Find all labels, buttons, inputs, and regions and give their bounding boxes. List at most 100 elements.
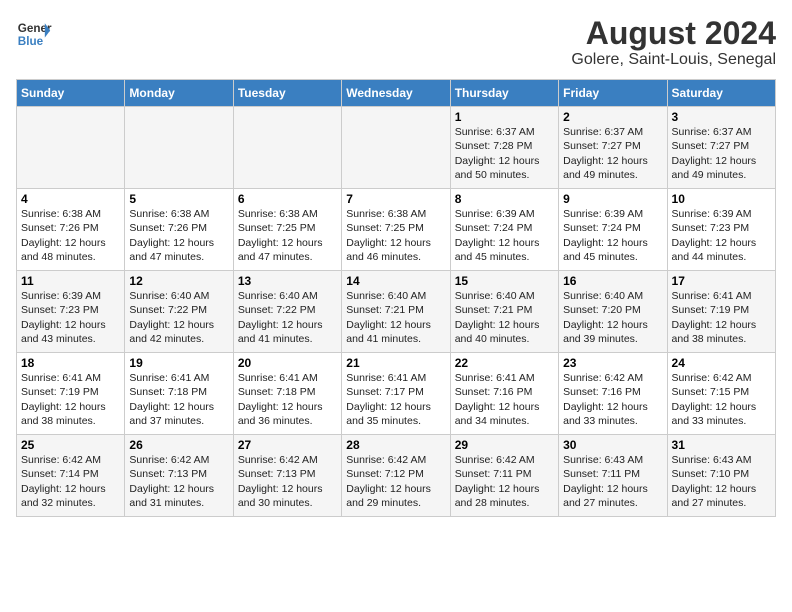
logo: General Blue bbox=[16, 16, 52, 52]
day-info: Sunrise: 6:40 AMSunset: 7:21 PMDaylight:… bbox=[455, 289, 554, 346]
table-row: 15Sunrise: 6:40 AMSunset: 7:21 PMDayligh… bbox=[450, 271, 558, 353]
table-row: 13Sunrise: 6:40 AMSunset: 7:22 PMDayligh… bbox=[233, 271, 341, 353]
day-info: Sunrise: 6:42 AMSunset: 7:16 PMDaylight:… bbox=[563, 371, 662, 428]
day-number: 20 bbox=[238, 356, 337, 370]
day-number: 15 bbox=[455, 274, 554, 288]
day-number: 21 bbox=[346, 356, 445, 370]
calendar-week-row: 11Sunrise: 6:39 AMSunset: 7:23 PMDayligh… bbox=[17, 271, 776, 353]
day-info: Sunrise: 6:42 AM Sunset: 7:11 PM Daylight:… bbox=[455, 453, 554, 510]
sunset-text: Sunset: 7:27 PM bbox=[672, 140, 750, 152]
table-row: 31Sunrise: 6:43 AMSunset: 7:10 PMDayligh… bbox=[667, 435, 775, 517]
daylight-text: Daylight: 12 hours and 32 minutes. bbox=[21, 483, 106, 509]
sunrise-text: Sunrise: 6:42 AM bbox=[455, 454, 535, 466]
day-info: Sunrise: 6:41 AMSunset: 7:19 PMDaylight:… bbox=[21, 371, 120, 428]
day-info: Sunrise: 6:40 AMSunset: 7:22 PMDaylight:… bbox=[238, 289, 337, 346]
daylight-text: Daylight: 12 hours and 43 minutes. bbox=[21, 319, 106, 345]
calendar-week-row: 1Sunrise: 6:37 AMSunset: 7:28 PMDaylight… bbox=[17, 107, 776, 189]
daylight-text: Daylight: 12 hours and 31 minutes. bbox=[129, 483, 214, 509]
table-row: 10Sunrise: 6:39 AMSunset: 7:23 PMDayligh… bbox=[667, 189, 775, 271]
sunset-text: Sunset: 7:16 PM bbox=[563, 386, 641, 398]
table-row: 26Sunrise: 6:42 AMSunset: 7:13 PMDayligh… bbox=[125, 435, 233, 517]
day-number: 19 bbox=[129, 356, 228, 370]
table-row: 5 Sunrise: 6:38 AM Sunset: 7:26 PM Daylight… bbox=[125, 189, 233, 271]
sunrise-text: Sunrise: 6:38 AM bbox=[346, 208, 426, 220]
day-info: Sunrise: 6:41 AMSunset: 7:18 PMDaylight:… bbox=[238, 371, 337, 428]
sunset-text: Sunset: 7:13 PM bbox=[129, 468, 207, 480]
day-number: 5 bbox=[129, 192, 228, 206]
calendar-table: Sunday Monday Tuesday Wednesday Thursday… bbox=[16, 79, 776, 517]
table-row: 9Sunrise: 6:39 AMSunset: 7:24 PMDaylight… bbox=[559, 189, 667, 271]
day-number: 6 bbox=[238, 192, 337, 206]
table-row bbox=[233, 107, 341, 189]
day-info: Sunrise: 6:39 AMSunset: 7:23 PMDaylight:… bbox=[672, 207, 771, 264]
sunset-text: Sunset: 7:23 PM bbox=[672, 222, 750, 234]
sunset-text: Sunset: 7:25 PM bbox=[346, 222, 424, 234]
daylight-text: Daylight: 12 hours and 47 minutes. bbox=[129, 237, 214, 263]
sunset-text: Sunset: 7:21 PM bbox=[455, 304, 533, 316]
sunset-text: Sunset: 7:11 PM bbox=[455, 468, 532, 480]
day-number: 10 bbox=[672, 192, 771, 206]
col-thursday: Thursday bbox=[450, 80, 558, 107]
day-number: 11 bbox=[21, 274, 120, 288]
page-subtitle: Golere, Saint-Louis, Senegal bbox=[571, 51, 776, 69]
table-row: 11Sunrise: 6:39 AMSunset: 7:23 PMDayligh… bbox=[17, 271, 125, 353]
day-info: Sunrise: 6:41 AMSunset: 7:19 PMDaylight:… bbox=[672, 289, 771, 346]
table-row: 14Sunrise: 6:40 AMSunset: 7:21 PMDayligh… bbox=[342, 271, 450, 353]
day-number: 16 bbox=[563, 274, 662, 288]
table-row: 2Sunrise: 6:37 AMSunset: 7:27 PMDaylight… bbox=[559, 107, 667, 189]
day-number: 25 bbox=[21, 438, 120, 452]
day-info: Sunrise: 6:38 AMSunset: 7:26 PMDaylight:… bbox=[21, 207, 120, 264]
col-friday: Friday bbox=[559, 80, 667, 107]
sunrise-text: Sunrise: 6:41 AM bbox=[21, 372, 101, 384]
day-number: 2 bbox=[563, 110, 662, 124]
day-info: Sunrise: 6:42 AMSunset: 7:15 PMDaylight:… bbox=[672, 371, 771, 428]
sunrise-text: Sunrise: 6:38 AM bbox=[129, 208, 209, 220]
day-number: 26 bbox=[129, 438, 228, 452]
daylight-text: Daylight: 12 hours and 28 minutes. bbox=[455, 483, 540, 509]
day-number: 27 bbox=[238, 438, 337, 452]
col-saturday: Saturday bbox=[667, 80, 775, 107]
daylight-text: Daylight: 12 hours and 48 minutes. bbox=[21, 237, 106, 263]
table-row: 17Sunrise: 6:41 AMSunset: 7:19 PMDayligh… bbox=[667, 271, 775, 353]
title-block: August 2024 Golere, Saint-Louis, Senegal bbox=[571, 16, 776, 69]
day-info: Sunrise: 6:40 AMSunset: 7:20 PMDaylight:… bbox=[563, 289, 662, 346]
daylight-text: Daylight: 12 hours and 41 minutes. bbox=[238, 319, 323, 345]
sunset-text: Sunset: 7:22 PM bbox=[129, 304, 207, 316]
table-row: 27Sunrise: 6:42 AMSunset: 7:13 PMDayligh… bbox=[233, 435, 341, 517]
day-info: Sunrise: 6:37 AMSunset: 7:28 PMDaylight:… bbox=[455, 125, 554, 182]
daylight-text: Daylight: 12 hours and 45 minutes. bbox=[563, 237, 648, 263]
sunset-text: Sunset: 7:20 PM bbox=[563, 304, 641, 316]
table-row: 21Sunrise: 6:41 AMSunset: 7:17 PMDayligh… bbox=[342, 353, 450, 435]
table-row: 29Sunrise: 6:42 AMSunset: 7:11 PMDayligh… bbox=[450, 435, 558, 517]
sunrise-text: Sunrise: 6:42 AM bbox=[238, 454, 318, 466]
sunset-text: Sunset: 7:15 PM bbox=[672, 386, 750, 398]
sunrise-text: Sunrise: 6:40 AM bbox=[238, 290, 318, 302]
day-info: Sunrise: 6:39 AMSunset: 7:24 PMDaylight:… bbox=[455, 207, 554, 264]
daylight-text: Daylight: 12 hours and 42 minutes. bbox=[129, 319, 214, 345]
col-tuesday: Tuesday bbox=[233, 80, 341, 107]
sunset-text: Sunset: 7:18 PM bbox=[129, 386, 207, 398]
day-info: Sunrise: 6:38 AMSunset: 7:25 PMDaylight:… bbox=[238, 207, 337, 264]
calendar-week-row: 4Sunrise: 6:38 AMSunset: 7:26 PMDaylight… bbox=[17, 189, 776, 271]
day-number: 28 bbox=[346, 438, 445, 452]
day-number: 18 bbox=[21, 356, 120, 370]
sunrise-text: Sunrise: 6:42 AM bbox=[563, 372, 643, 384]
sunrise-text: Sunrise: 6:39 AM bbox=[672, 208, 752, 220]
sunrise-text: Sunrise: 6:41 AM bbox=[346, 372, 426, 384]
sunrise-text: Sunrise: 6:37 AM bbox=[672, 126, 752, 138]
sunrise-text: Sunrise: 6:42 AM bbox=[21, 454, 101, 466]
day-number: 12 bbox=[129, 274, 228, 288]
sunset-text: Sunset: 7:14 PM bbox=[21, 468, 99, 480]
table-row: 1Sunrise: 6:37 AMSunset: 7:28 PMDaylight… bbox=[450, 107, 558, 189]
sunset-text: Sunset: 7:16 PM bbox=[455, 386, 533, 398]
table-row: 12Sunrise: 6:40 AMSunset: 7:22 PMDayligh… bbox=[125, 271, 233, 353]
sunset-text: Sunset: 7:28 PM bbox=[455, 140, 533, 152]
sunset-text: Sunset: 7:26 PM bbox=[129, 222, 207, 234]
sunset-text: Sunset: 7:12 PM bbox=[346, 468, 424, 480]
table-row bbox=[125, 107, 233, 189]
sunset-text: Sunset: 7:24 PM bbox=[563, 222, 641, 234]
day-info: Sunrise: 6:41 AMSunset: 7:16 PMDaylight:… bbox=[455, 371, 554, 428]
col-sunday: Sunday bbox=[17, 80, 125, 107]
day-info: Sunrise: 6:39 AMSunset: 7:23 PMDaylight:… bbox=[21, 289, 120, 346]
sunrise-text: Sunrise: 6:39 AM bbox=[455, 208, 535, 220]
